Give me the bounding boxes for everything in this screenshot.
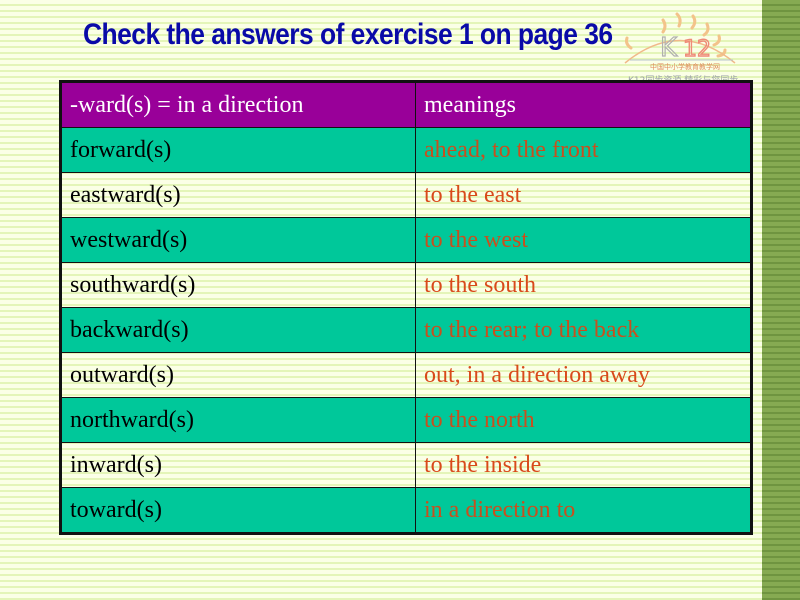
word-cell: westward(s)	[60, 217, 416, 263]
word-cell: toward(s)	[60, 487, 416, 534]
meaning-cell: to the west	[415, 217, 752, 263]
table-row: northward(s) to the north	[60, 397, 752, 443]
meaning-cell: to the inside	[415, 442, 752, 488]
table-row: toward(s) in a direction to	[60, 487, 752, 534]
table-row: eastward(s) to the east	[60, 172, 752, 218]
word-cell: backward(s)	[60, 307, 416, 353]
decorative-side-band	[762, 0, 800, 600]
slide-title: Check the answers of exercise 1 on page …	[83, 18, 613, 51]
word-cell: forward(s)	[60, 127, 416, 173]
table-row: forward(s) ahead, to the front	[60, 127, 752, 173]
word-cell: inward(s)	[60, 442, 416, 488]
word-cell: northward(s)	[60, 397, 416, 443]
meaning-cell: to the rear; to the back	[415, 307, 752, 353]
meaning-cell: to the south	[415, 262, 752, 308]
header-cell-word: -ward(s) = in a direction	[60, 81, 416, 128]
logo-subtitle: 中国中小学教育教学网	[650, 63, 720, 71]
logo-12-mark: 12	[683, 37, 711, 62]
meaning-cell: to the east	[415, 172, 752, 218]
table-row: inward(s) to the inside	[60, 442, 752, 488]
logo-k-mark: K	[660, 33, 678, 63]
k12-logo: K 12	[624, 12, 736, 64]
meaning-cell: to the north	[415, 397, 752, 443]
meaning-cell: in a direction to	[415, 487, 752, 534]
table-row: backward(s) to the rear; to the back	[60, 307, 752, 353]
meaning-cell: out, in a direction away	[415, 352, 752, 398]
word-cell: eastward(s)	[60, 172, 416, 218]
word-cell: outward(s)	[60, 352, 416, 398]
meaning-cell: ahead, to the front	[415, 127, 752, 173]
table-header-row: -ward(s) = in a direction meanings	[60, 81, 752, 128]
table-row: outward(s) out, in a direction away	[60, 352, 752, 398]
word-cell: southward(s)	[60, 262, 416, 308]
table-row: southward(s) to the south	[60, 262, 752, 308]
table-row: westward(s) to the west	[60, 217, 752, 263]
ward-words-table: -ward(s) = in a direction meanings forwa…	[59, 80, 753, 535]
header-cell-meaning: meanings	[415, 81, 752, 128]
